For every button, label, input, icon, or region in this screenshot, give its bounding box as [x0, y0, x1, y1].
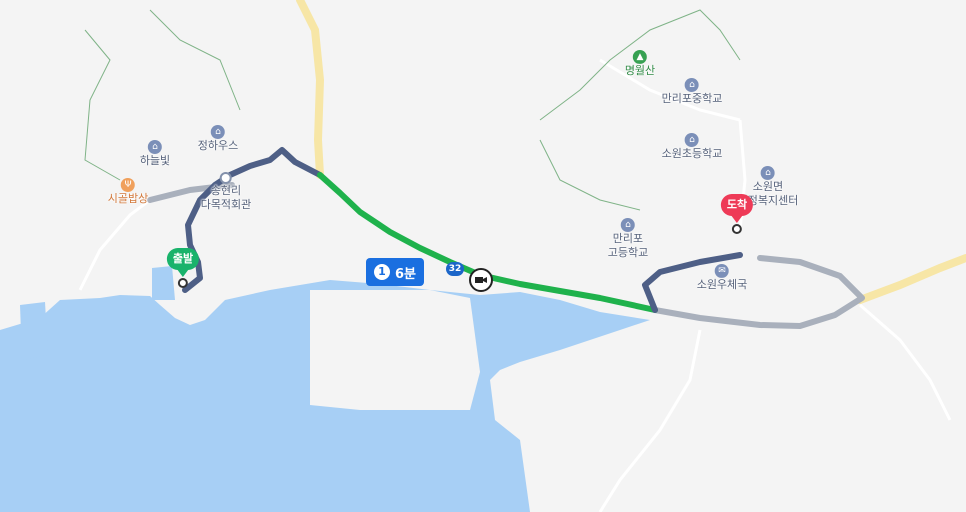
- post-office-icon: ✉: [714, 264, 729, 278]
- school-icon: ⌂: [684, 133, 699, 147]
- poi-manripo-high[interactable]: ⌂ 만리포 고등학교: [608, 218, 648, 260]
- pond-2: [20, 302, 48, 360]
- map-canvas[interactable]: ⌂ 하늘빛 ⌂ 정하우스 Ψ 시골밥상 송현리 다목적회관 ▲ 명월산 ⌂ 만리…: [0, 0, 966, 512]
- route-segment-badge[interactable]: 1 6분: [366, 258, 425, 286]
- poi-songhyeon[interactable]: 송현리 다목적회관: [201, 172, 251, 212]
- end-pin-tail: [731, 215, 743, 223]
- start-marker[interactable]: 출발: [166, 248, 200, 288]
- school-icon: ⌂: [684, 78, 699, 92]
- poi-sowon-post[interactable]: ✉ 소원우체국: [697, 264, 747, 292]
- main-road: [296, 0, 325, 179]
- start-point: [178, 278, 188, 288]
- poi-sowon-elem[interactable]: ⌂ 소원초등학교: [662, 133, 722, 161]
- restaurant-icon: Ψ: [120, 178, 135, 192]
- park-outlines: [84, 9, 741, 211]
- route-slow-start: [182, 147, 323, 293]
- lodging-icon: ⌂: [210, 125, 225, 139]
- segment-time: 6분: [395, 266, 417, 282]
- lodging-icon: ⌂: [148, 140, 162, 154]
- end-point: [732, 224, 742, 234]
- start-pin-tail: [177, 269, 189, 277]
- poi-hanulbit[interactable]: ⌂ 하늘빛: [140, 140, 170, 168]
- mountain-icon: ▲: [633, 50, 647, 64]
- poi-myeongwolsan[interactable]: ▲ 명월산: [625, 50, 655, 78]
- poi-sigolbapsang[interactable]: Ψ 시골밥상: [108, 178, 148, 206]
- map-base: [0, 0, 966, 512]
- community-hall-icon: [219, 172, 232, 184]
- main-road-east: [856, 254, 966, 304]
- start-label: 출발: [166, 248, 200, 270]
- poi-manripo-middle[interactable]: ⌂ 만리포중학교: [662, 78, 722, 106]
- government-office-icon: ⌂: [760, 166, 775, 180]
- end-label: 도착: [720, 194, 754, 216]
- reclaimed-land: [310, 290, 480, 410]
- school-icon: ⌂: [620, 218, 635, 232]
- speed-camera-icon: [469, 268, 493, 292]
- end-marker[interactable]: 도착: [720, 194, 754, 234]
- poi-jeonghaus[interactable]: ⌂ 정하우스: [198, 125, 238, 153]
- road-number-shield: 32: [446, 262, 464, 276]
- segment-number: 1: [374, 264, 390, 280]
